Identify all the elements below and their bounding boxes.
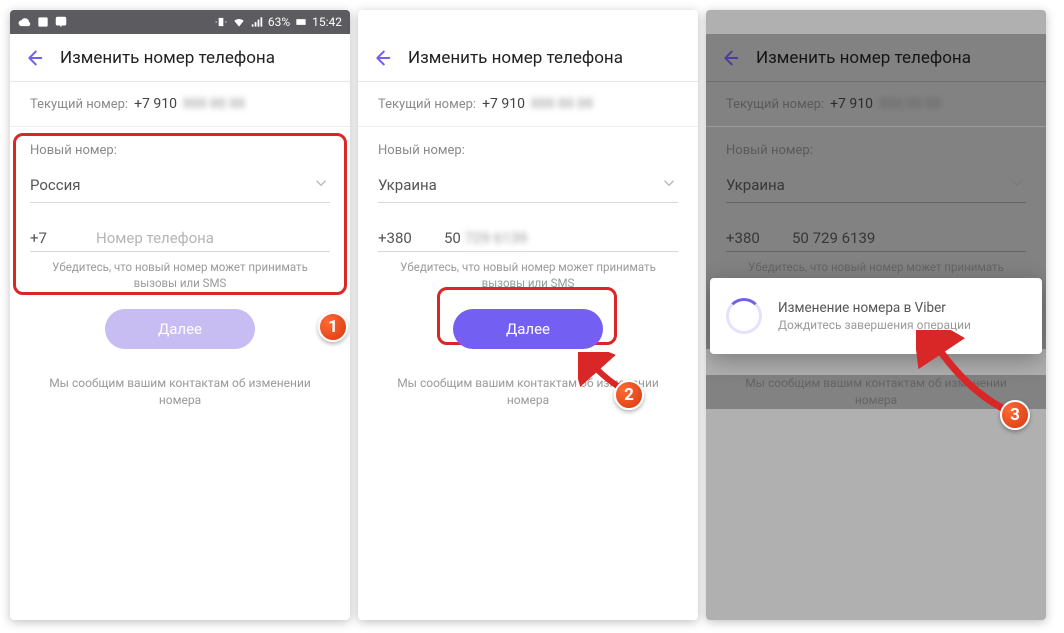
back-arrow-icon <box>718 47 740 69</box>
chevron-down-icon <box>660 174 678 196</box>
current-number-row: Текущий номер: +7 910 888 88 88 <box>10 82 350 127</box>
step-badge-2: 2 <box>614 380 644 410</box>
phone-hint: Убедитесь, что новый номер может принима… <box>30 260 330 291</box>
current-number-hidden: 888 88 88 <box>183 96 245 112</box>
next-button[interactable]: Далее <box>105 309 255 349</box>
chevron-down-icon <box>1008 174 1026 196</box>
phone-screen-1: 63% 15:42 Изменить номер телефона Текущи… <box>10 10 350 620</box>
battery-icon <box>294 15 308 29</box>
phone-number-hidden: 729 6139 <box>465 229 528 247</box>
back-arrow-icon[interactable] <box>22 47 44 69</box>
country-select: Украина <box>726 168 1026 203</box>
progress-dialog: Изменение номера в Viber Дождитесь завер… <box>710 278 1042 354</box>
phone-number-visible: 50 <box>444 229 461 247</box>
current-number-label: Текущий номер: <box>378 97 476 112</box>
cloud-icon <box>18 15 32 29</box>
new-number-label: Новый номер: <box>378 143 678 158</box>
current-number-hidden: 888 88 88 <box>531 96 593 112</box>
chevron-down-icon <box>312 174 330 196</box>
current-number-hidden: 888 88 88 <box>879 96 941 112</box>
battery-percent: 63% <box>268 15 290 29</box>
phone-prefix: +380 <box>378 229 422 247</box>
current-number-label: Текущий номер: <box>726 97 824 112</box>
country-value: Украина <box>726 176 785 194</box>
current-number-row: Текущий номер: +7 910 888 88 88 <box>706 82 1046 127</box>
country-select[interactable]: Украина <box>378 168 678 203</box>
phone-screen-2: Изменить номер телефона Текущий номер: +… <box>358 10 698 620</box>
phone-hint: Убедитесь, что новый номер может принима… <box>378 260 678 291</box>
wifi-icon <box>232 15 246 29</box>
signal-icon <box>250 15 264 29</box>
new-number-form: Новый номер: Россия +7 Номер телефона Уб… <box>10 127 350 349</box>
next-button[interactable]: Далее <box>453 309 603 349</box>
page-title: Изменить номер телефона <box>408 48 623 68</box>
phone-input-row: +380 50 729 6139 <box>726 225 1026 252</box>
clock: 15:42 <box>312 15 342 29</box>
status-bar: 63% 15:42 <box>10 10 350 34</box>
dialog-title: Изменение номера в Viber <box>778 300 971 316</box>
footnote: Мы сообщим вашим контактам об изменении … <box>358 375 698 409</box>
country-value: Россия <box>30 176 81 194</box>
app-bar: Изменить номер телефона <box>706 34 1046 82</box>
phone-prefix: +380 <box>726 229 770 247</box>
dialog-subtitle: Дождитесь завершения операции <box>778 318 971 332</box>
phone-input-row[interactable]: +7 Номер телефона <box>30 225 330 252</box>
viber-icon <box>54 15 68 29</box>
spinner-icon <box>726 298 762 334</box>
phone-placeholder: Номер телефона <box>96 229 214 247</box>
new-number-label: Новый номер: <box>726 143 1026 158</box>
country-value: Украина <box>378 176 437 194</box>
new-number-form: Новый номер: Украина +380 50 729 6139 Уб… <box>358 127 698 349</box>
country-select[interactable]: Россия <box>30 168 330 203</box>
step-badge-3: 3 <box>1000 400 1030 430</box>
current-number-row: Текущий номер: +7 910 888 88 88 <box>358 82 698 127</box>
phone-prefix: +7 <box>30 229 74 247</box>
current-number-value: +7 910 <box>830 96 873 112</box>
current-number-value: +7 910 <box>482 96 525 112</box>
phone-number: 50 729 6139 <box>792 229 875 247</box>
page-title: Изменить номер телефона <box>60 48 275 68</box>
phone-input-row[interactable]: +380 50 729 6139 <box>378 225 678 252</box>
screenshot-icon <box>36 15 50 29</box>
page-title: Изменить номер телефона <box>756 48 971 68</box>
step-badge-1: 1 <box>318 312 348 342</box>
current-number-label: Текущий номер: <box>30 97 128 112</box>
new-number-label: Новый номер: <box>30 143 330 158</box>
footnote: Мы сообщим вашим контактам об изменении … <box>706 375 1046 409</box>
back-arrow-icon[interactable] <box>370 47 392 69</box>
phone-screen-3: Изменить номер телефона Текущий номер: +… <box>706 10 1046 620</box>
app-bar: Изменить номер телефона <box>358 34 698 82</box>
current-number-value: +7 910 <box>134 96 177 112</box>
app-bar: Изменить номер телефона <box>10 34 350 82</box>
footnote: Мы сообщим вашим контактам об изменении … <box>10 375 350 409</box>
vibrate-icon <box>214 15 228 29</box>
